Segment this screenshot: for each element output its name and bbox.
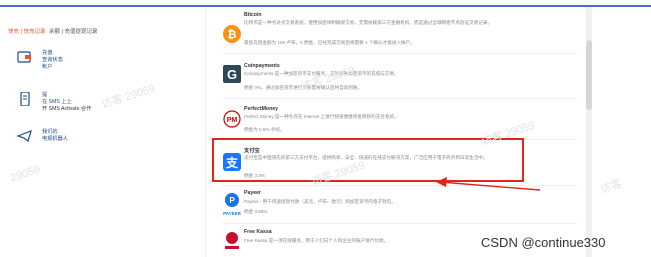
csdn-credit: CSDN @continue330 xyxy=(481,235,606,250)
annotation-arrow xyxy=(436,177,541,191)
